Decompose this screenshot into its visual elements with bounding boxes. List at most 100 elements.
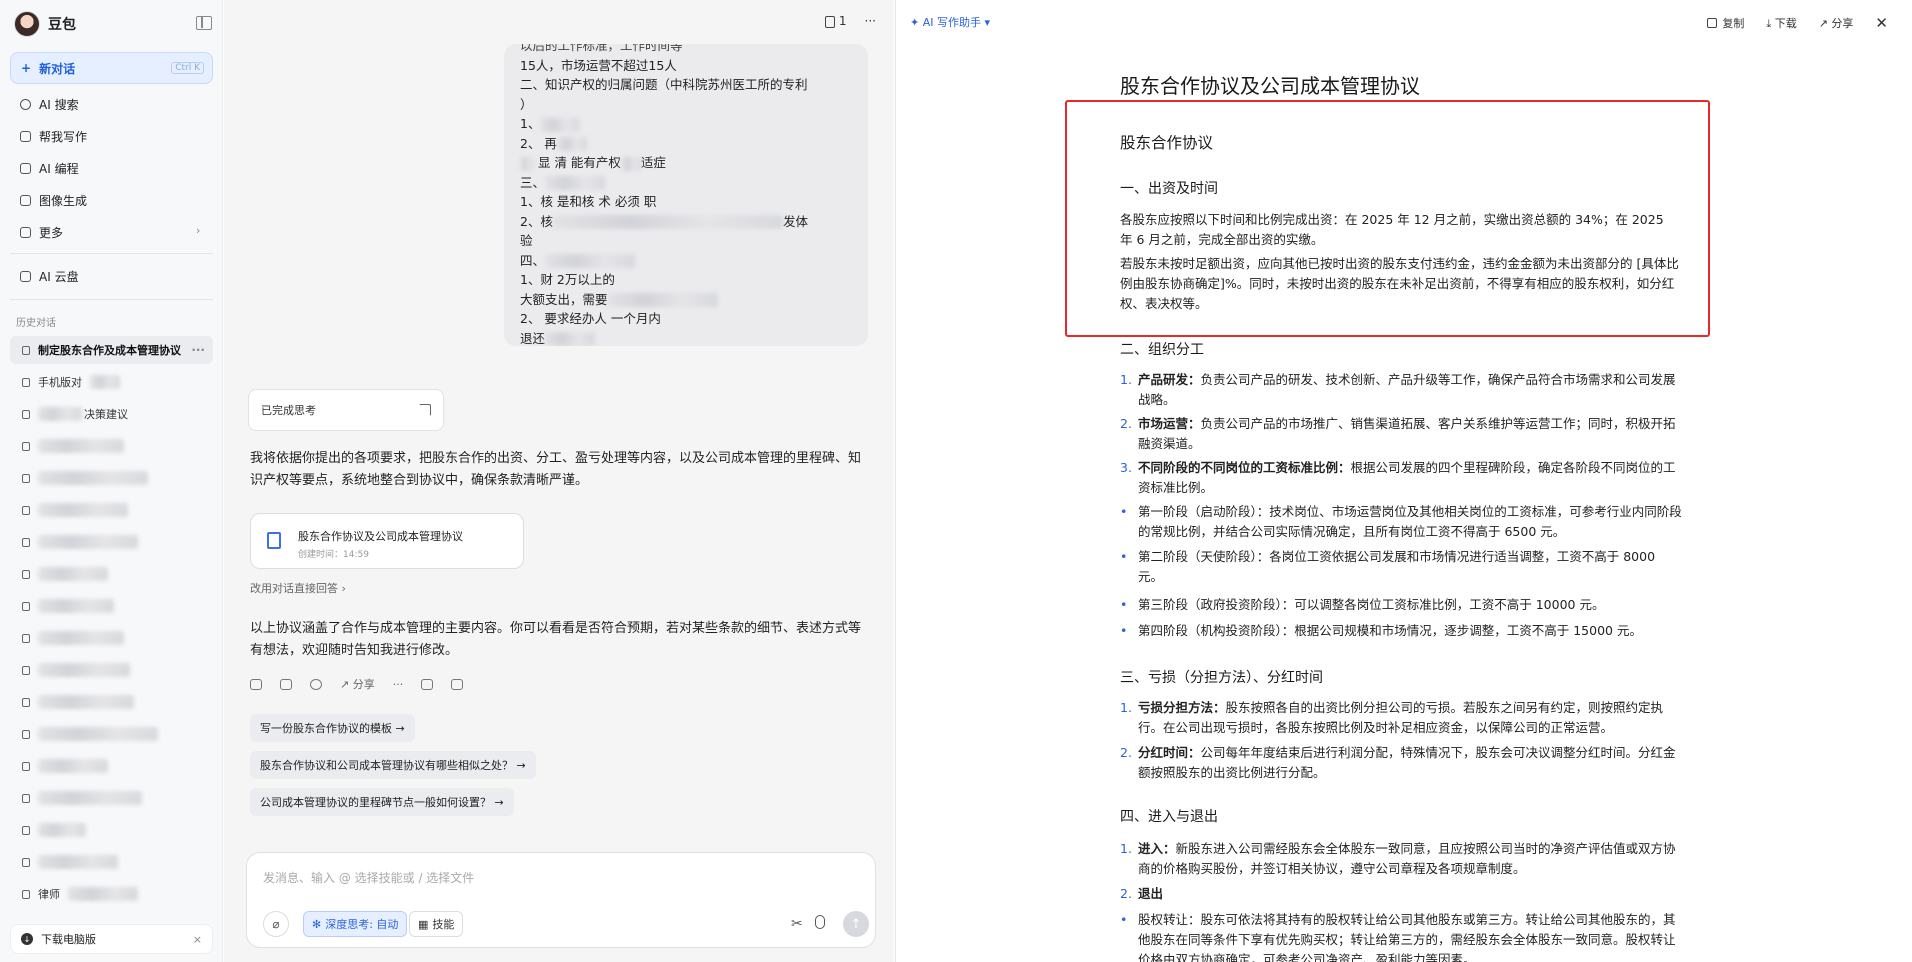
sidebar-item-cloud[interactable]: AI 云盘 bbox=[20, 266, 79, 286]
history-item[interactable] bbox=[10, 720, 213, 748]
chat-icon bbox=[22, 409, 30, 419]
assistant-reply-outro: 以上协议涵盖了合作与成本管理的主要内容。你可以看看是否符合预期，若对某些条款的细… bbox=[250, 621, 862, 658]
brand[interactable]: 豆包 bbox=[14, 8, 76, 40]
sidebar-item-image-gen[interactable]: 图像生成 bbox=[20, 190, 87, 210]
redacted-text bbox=[38, 439, 124, 453]
redacted-text bbox=[38, 535, 138, 549]
direct-reply-link[interactable]: 改用对话直接回答 › bbox=[250, 580, 346, 596]
list-item: 2. 分红时间：公司每年年度结束后进行利润分配，特殊情况下，股东会可决议调整分红时… bbox=[1120, 745, 1676, 780]
redacted-text bbox=[38, 599, 114, 613]
download-icon: ↓ bbox=[21, 933, 33, 945]
microphone-icon[interactable] bbox=[815, 915, 825, 929]
close-icon[interactable]: ✕ bbox=[1875, 14, 1888, 32]
sidebar-item-label: AI 搜索 bbox=[39, 97, 79, 112]
history-item[interactable] bbox=[10, 528, 213, 556]
regenerate-icon[interactable] bbox=[310, 678, 322, 690]
skills-button[interactable]: ▦ 技能 bbox=[409, 911, 464, 937]
sidebar-item-ai-search[interactable]: AI 搜索 bbox=[20, 94, 79, 114]
redacted-text bbox=[38, 471, 148, 485]
message-composer[interactable]: 发消息、输入 @ 选择技能或 / 选择文件 ⌀ ✻ 深度思考: 自动 ▦ 技能 ✂ … bbox=[246, 852, 876, 948]
history-item[interactable] bbox=[10, 656, 213, 684]
history-item[interactable] bbox=[10, 752, 213, 780]
redacted-text bbox=[38, 663, 130, 677]
document-card[interactable]: 股东合作协议及公司成本管理协议 创建时间：14:59 bbox=[250, 513, 524, 569]
send-button[interactable]: ↑ bbox=[843, 911, 869, 937]
new-chat-button[interactable]: + 新对话 Ctrl K bbox=[10, 52, 213, 84]
more-icon[interactable]: ··· bbox=[191, 343, 205, 357]
history-item[interactable] bbox=[10, 624, 213, 652]
redacted-text bbox=[38, 759, 108, 773]
history-item[interactable]: 决策建议 bbox=[10, 400, 213, 428]
doc-count: 1 bbox=[838, 14, 847, 28]
message-line: 四、 bbox=[520, 251, 852, 271]
history-item[interactable] bbox=[10, 784, 213, 812]
suggestion-chip[interactable]: 公司成本管理协议的里程碑节点一般如何设置？ → bbox=[250, 788, 514, 816]
scissors-icon[interactable]: ✂ bbox=[791, 916, 803, 932]
message-input[interactable]: 发消息、输入 @ 选择技能或 / 选择文件 bbox=[263, 869, 474, 886]
history-item[interactable] bbox=[10, 816, 213, 844]
history-item-active[interactable]: 制定股东合作及成本管理协议 ··· bbox=[10, 336, 213, 364]
history-item[interactable] bbox=[10, 496, 213, 524]
share-button[interactable]: ↗ 分享 bbox=[340, 676, 375, 692]
download-label: 下载电脑版 bbox=[41, 933, 96, 946]
history-item-label: 制定股东合作及成本管理协议 bbox=[38, 344, 181, 357]
skills-label: 技能 bbox=[432, 918, 455, 931]
redacted-text bbox=[38, 727, 158, 741]
ai-writing-helper-button[interactable]: ✦ AI 写作助手 ▾ bbox=[910, 14, 990, 30]
avatar bbox=[14, 11, 40, 37]
close-icon[interactable]: × bbox=[193, 933, 202, 946]
history-item[interactable] bbox=[10, 432, 213, 460]
list-item: 3. 不同阶段的不同岗位的工资标准比例：根据公司发展的四个里程碑阶段，确定各阶段不… bbox=[1120, 460, 1676, 495]
copy-button[interactable]: 复制 bbox=[1707, 15, 1744, 31]
suggestion-chip[interactable]: 写一份股东合作协议的模板 → bbox=[250, 714, 415, 742]
list-item: 2. 退出 bbox=[1120, 886, 1164, 901]
thumbs-up-icon[interactable] bbox=[421, 678, 434, 690]
history-item[interactable] bbox=[10, 688, 213, 716]
thinking-status-card[interactable]: 已完成思考 bbox=[248, 389, 444, 431]
list-item: 1. 产品研发：负责公司产品的研发、技术创新、产品升级等工作，确保产品符合市场需求… bbox=[1120, 372, 1676, 407]
thinking-label: 已完成思考 bbox=[261, 404, 316, 417]
history-item[interactable]: 律师 bbox=[10, 880, 213, 908]
sidebar-item-more[interactable]: 更多 bbox=[20, 222, 63, 242]
history-item[interactable]: 手机版对 bbox=[10, 368, 213, 396]
suggestion-chip[interactable]: 股东合作协议和公司成本管理协议有哪些相似之处？ → bbox=[250, 751, 536, 779]
bullet-item: • 第二阶段（天使阶段）：各岗位工资依据公司发展和市场情况进行适当调整，工资不高于… bbox=[1120, 549, 1656, 584]
history-item[interactable] bbox=[10, 560, 213, 588]
shortcut-badge: Ctrl K bbox=[171, 62, 204, 74]
chat-icon bbox=[22, 505, 30, 515]
deep-think-toggle[interactable]: ✻ 深度思考: 自动 bbox=[303, 911, 408, 937]
more-icon[interactable]: ··· bbox=[393, 678, 404, 691]
sidebar-collapse-icon[interactable] bbox=[196, 16, 212, 30]
sidebar-item-label: 图像生成 bbox=[39, 193, 88, 208]
bullet-item: • 第一阶段（启动阶段）：技术岗位、市场运营岗位及其他相关岗位的工资标准，可参考行… bbox=[1120, 504, 1682, 539]
document-card-title: 股东合作协议及公司成本管理协议 bbox=[298, 530, 463, 543]
grid-icon: ▦ bbox=[418, 917, 429, 931]
message-line: 大额支出，需要 bbox=[520, 290, 852, 310]
thumbs-down-icon[interactable] bbox=[451, 678, 464, 690]
message-line: 三、 bbox=[520, 173, 852, 193]
redacted-text bbox=[38, 855, 118, 869]
copy-label: 复制 bbox=[1722, 17, 1745, 30]
chat-icon bbox=[22, 665, 30, 675]
chat-icon bbox=[22, 857, 30, 867]
history-item[interactable] bbox=[10, 848, 213, 876]
sidebar-item-coding[interactable]: AI 编程 bbox=[20, 158, 79, 178]
attach-icon[interactable]: ⌀ bbox=[263, 911, 289, 937]
copy-icon[interactable] bbox=[280, 678, 292, 690]
history-item[interactable] bbox=[10, 464, 213, 492]
divider bbox=[10, 299, 213, 300]
image-icon bbox=[20, 194, 31, 206]
expand-icon[interactable] bbox=[419, 404, 431, 416]
speaker-icon[interactable] bbox=[250, 678, 262, 690]
history-item[interactable] bbox=[10, 592, 213, 620]
download-button[interactable]: ⤓ 下载 bbox=[1766, 15, 1796, 31]
download-desktop-button[interactable]: ↓ 下载电脑版 × bbox=[10, 924, 213, 954]
bullet-item: • 第三阶段（政府投资阶段）：可以调整各岗位工资标准比例，工资不高于 10000 … bbox=[1120, 597, 1605, 612]
sidebar-item-writing[interactable]: 帮我写作 bbox=[20, 126, 87, 146]
message-actions: ↗ 分享 ··· bbox=[250, 676, 464, 692]
more-icon[interactable]: ··· bbox=[865, 14, 876, 28]
paragraph: 各股东应按照以下时间和比例完成出资：在 2025 年 12 月之前，实缴出资总额… bbox=[1120, 212, 1664, 247]
doc-count-button[interactable]: 1 bbox=[824, 14, 847, 28]
history-label: 历史对话 bbox=[16, 318, 56, 329]
share-button[interactable]: ↗ 分享 bbox=[1819, 15, 1854, 31]
